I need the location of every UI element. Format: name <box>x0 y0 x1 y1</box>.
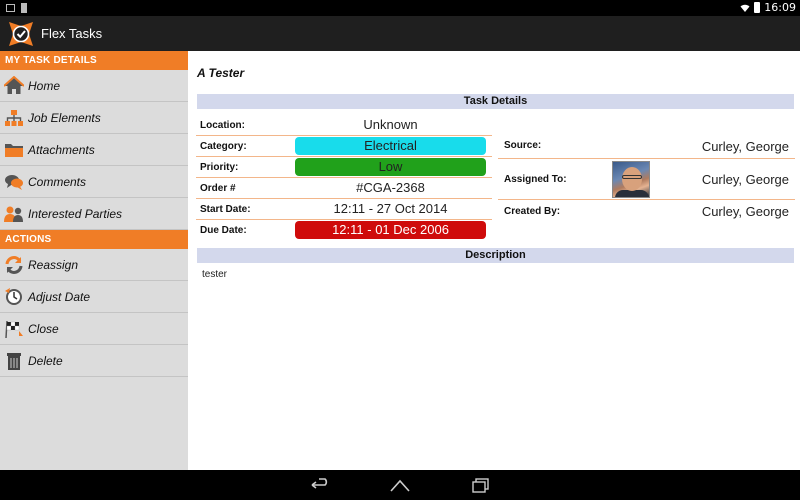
task-title: A Tester <box>197 66 245 80</box>
hierarchy-icon <box>4 108 24 128</box>
field-label: Priority: <box>200 162 239 173</box>
source-value: Curley, George <box>701 139 789 154</box>
document-notification-icon <box>21 3 27 13</box>
task-details-header: Task Details <box>197 94 794 109</box>
location-row: Location: Unknown <box>196 115 492 136</box>
section-header-my-task-details: MY TASK DETAILS <box>0 51 188 70</box>
assigned-to-row: Assigned To: Curley, George <box>498 159 795 200</box>
sidebar-item-label: Reassign <box>28 257 79 272</box>
recent-apps-icon[interactable] <box>470 477 492 493</box>
created-by-value: Curley, George <box>701 204 789 219</box>
order-row: Order # #CGA-2368 <box>196 178 492 199</box>
folder-icon <box>4 140 24 160</box>
sidebar-item-comments[interactable]: Comments <box>0 166 188 198</box>
action-bar: Flex Tasks <box>0 16 800 51</box>
order-value: #CGA-2368 <box>356 180 425 195</box>
description-header: Description <box>197 248 794 263</box>
field-label: Source: <box>504 140 542 151</box>
sidebar-item-label: Job Elements <box>28 110 101 125</box>
sidebar-item-label: Interested Parties <box>28 206 123 221</box>
sidebar-item-label: Comments <box>28 174 87 189</box>
right-details-table: Source: Curley, George Assigned To: Curl… <box>498 135 795 222</box>
people-icon <box>4 204 24 224</box>
left-details-table: Location: Unknown Category: Electrical P… <box>196 115 492 241</box>
comments-icon <box>4 172 24 192</box>
field-label: Order # <box>200 183 236 194</box>
sidebar-item-label: Close <box>28 321 59 336</box>
trash-icon <box>4 351 24 371</box>
field-label: Location: <box>200 120 245 131</box>
clock-time: 16:09 <box>764 1 796 14</box>
field-label: Start Date: <box>200 204 251 215</box>
sidebar-item-attachments[interactable]: Attachments <box>0 134 188 166</box>
category-row: Category: Electrical <box>196 136 492 157</box>
due-date-value[interactable]: 12:11 - 01 Dec 2006 <box>295 221 486 239</box>
checkered-flag-icon <box>4 319 24 339</box>
sidebar-item-reassign[interactable]: Reassign <box>0 249 188 281</box>
source-row: Source: Curley, George <box>498 135 795 159</box>
sidebar-item-close[interactable]: Close <box>0 313 188 345</box>
priority-value[interactable]: Low <box>295 158 486 176</box>
section-header-actions: ACTIONS <box>0 230 188 249</box>
reassign-icon <box>4 255 24 275</box>
sidebar-item-interested-parties[interactable]: Interested Parties <box>0 198 188 230</box>
clock-icon <box>4 287 24 307</box>
sidebar-item-adjust-date[interactable]: Adjust Date <box>0 281 188 313</box>
system-nav-bar <box>0 470 800 500</box>
sidebar: MY TASK DETAILS Home Job Elements Attach… <box>0 51 188 470</box>
field-label: Assigned To: <box>504 174 567 185</box>
home-nav-icon[interactable] <box>389 477 411 493</box>
sidebar-item-label: Home <box>28 78 61 93</box>
description-text: tester <box>202 269 228 280</box>
sidebar-item-label: Attachments <box>28 142 95 157</box>
field-label: Created By: <box>504 206 561 217</box>
status-bar: 16:09 <box>0 0 800 16</box>
sidebar-item-delete[interactable]: Delete <box>0 345 188 377</box>
gallery-notification-icon <box>6 4 15 12</box>
app-title: Flex Tasks <box>41 26 103 41</box>
sidebar-item-job-elements[interactable]: Job Elements <box>0 102 188 134</box>
start-date-value: 12:11 - 27 Oct 2014 <box>333 201 448 216</box>
home-icon <box>4 75 24 96</box>
location-value: Unknown <box>363 117 418 132</box>
wifi-icon <box>740 4 750 12</box>
sidebar-item-label: Adjust Date <box>28 289 91 304</box>
start-date-row: Start Date: 12:11 - 27 Oct 2014 <box>196 199 492 220</box>
assigned-to-value: Curley, George <box>701 172 789 187</box>
due-date-row: Due Date: 12:11 - 01 Dec 2006 <box>196 220 492 241</box>
field-label: Due Date: <box>200 225 247 236</box>
task-detail-panel: A Tester Task Details Location: Unknown … <box>188 51 800 470</box>
battery-icon <box>754 2 761 13</box>
field-label: Category: <box>200 141 247 152</box>
priority-row: Priority: Low <box>196 157 492 178</box>
created-by-row: Created By: Curley, George <box>498 200 795 222</box>
sidebar-item-home[interactable]: Home <box>0 70 188 102</box>
category-value[interactable]: Electrical <box>295 137 486 155</box>
back-icon[interactable] <box>309 477 331 493</box>
sidebar-item-label: Delete <box>28 353 63 368</box>
app-logo-icon[interactable] <box>7 20 35 48</box>
assignee-avatar <box>612 161 650 198</box>
